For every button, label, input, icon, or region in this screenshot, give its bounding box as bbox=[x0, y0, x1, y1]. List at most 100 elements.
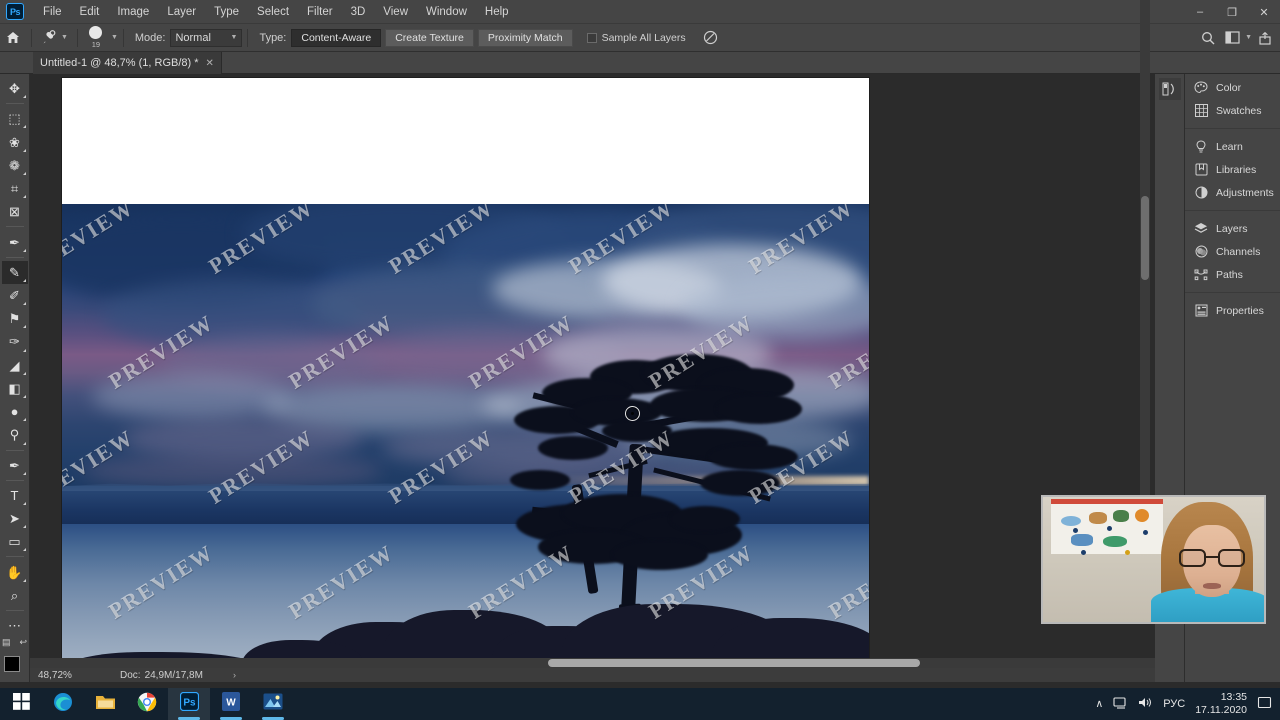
eraser-tool[interactable]: ◢ bbox=[2, 354, 28, 377]
history-brush-tool[interactable]: ✑ bbox=[2, 330, 28, 353]
home-icon[interactable] bbox=[0, 31, 26, 44]
zoom-level[interactable]: 48,72% bbox=[30, 670, 88, 681]
document-tab-title: Untitled-1 @ 48,7% (1, RGB/8) * bbox=[40, 57, 199, 69]
horizontal-scroll-thumb[interactable] bbox=[548, 659, 920, 667]
menu-type[interactable]: Type bbox=[205, 3, 248, 21]
taskbar-photoshop[interactable]: Ps bbox=[168, 688, 210, 720]
minimize-button[interactable]: – bbox=[1184, 0, 1216, 24]
chevron-down-icon[interactable]: ▼ bbox=[1245, 34, 1252, 41]
canvas-area[interactable]: PREVIEW PREVIEW PREVIEW PREVIEW PREVIEW PREVI… bbox=[30, 74, 1155, 668]
menu-image[interactable]: Image bbox=[108, 3, 158, 21]
menu-file[interactable]: File bbox=[34, 3, 71, 21]
menu-3d[interactable]: 3D bbox=[342, 3, 375, 21]
volume-icon[interactable] bbox=[1138, 696, 1153, 712]
document-tab[interactable]: Untitled-1 @ 48,7% (1, RGB/8) * ✕ bbox=[33, 52, 222, 74]
move-tool[interactable]: ✥ bbox=[2, 77, 28, 100]
brush-size-picker[interactable]: 19 bbox=[83, 26, 109, 49]
menu-select[interactable]: Select bbox=[248, 3, 298, 21]
hand-tool[interactable]: ✋ bbox=[2, 560, 28, 583]
taskbar-file-explorer[interactable] bbox=[84, 688, 126, 720]
heal-type-content-aware[interactable]: Content-Aware bbox=[291, 28, 382, 47]
tool-preset-picker[interactable]: ▼ bbox=[37, 29, 72, 46]
menu-filter[interactable]: Filter bbox=[298, 3, 342, 21]
spot-healing-brush-tool[interactable]: ✎ bbox=[1, 260, 28, 284]
panel-divider bbox=[1185, 128, 1280, 129]
menu-view[interactable]: View bbox=[374, 3, 417, 21]
type-tool[interactable]: T bbox=[2, 484, 28, 507]
panel-item-learn[interactable]: Learn bbox=[1185, 135, 1280, 158]
clone-stamp-tool[interactable]: ⚑ bbox=[2, 307, 28, 330]
restore-button[interactable]: ❐ bbox=[1216, 0, 1248, 24]
color-swatches[interactable] bbox=[1, 654, 29, 682]
lasso-tool[interactable]: ❀ bbox=[2, 130, 28, 153]
panel-item-color[interactable]: Color bbox=[1185, 76, 1280, 99]
swap-colors-icon[interactable]: ↩ bbox=[19, 637, 27, 648]
workspace-icon[interactable] bbox=[1221, 27, 1243, 49]
chevron-down-icon[interactable]: ▼ bbox=[61, 34, 68, 41]
gradient-icon: ◧ bbox=[8, 380, 21, 396]
notifications-icon[interactable] bbox=[1257, 696, 1272, 712]
menu-layer[interactable]: Layer bbox=[158, 3, 205, 21]
share-icon[interactable] bbox=[1254, 27, 1276, 49]
crop-tool[interactable]: ⌗ bbox=[2, 177, 28, 200]
gradient-tool[interactable]: ◧ bbox=[2, 377, 28, 400]
menu-window[interactable]: Window bbox=[417, 3, 476, 21]
status-expand-icon[interactable]: › bbox=[233, 670, 236, 680]
rectangle-tool[interactable]: ▭ bbox=[2, 530, 28, 553]
close-icon[interactable]: ✕ bbox=[206, 58, 214, 69]
color-mini-controls: ▤ ↩ bbox=[2, 637, 27, 648]
panel-item-swatches[interactable]: Swatches bbox=[1185, 99, 1280, 122]
network-icon[interactable] bbox=[1113, 696, 1128, 712]
dodge-tool[interactable]: ⚲ bbox=[2, 423, 28, 446]
tree-foliage-clump bbox=[670, 506, 740, 532]
frame-tool[interactable]: ⊠ bbox=[2, 200, 28, 223]
menu-edit[interactable]: Edit bbox=[71, 3, 109, 21]
start-button[interactable] bbox=[0, 688, 42, 720]
panel-item-channels[interactable]: Channels bbox=[1185, 240, 1280, 263]
language-indicator[interactable]: РУС bbox=[1163, 698, 1185, 710]
menu-help[interactable]: Help bbox=[476, 3, 518, 21]
panel-item-paths[interactable]: Paths bbox=[1185, 263, 1280, 286]
flyout-indicator-icon bbox=[22, 348, 26, 352]
taskbar-photos[interactable] bbox=[252, 688, 294, 720]
edit-toolbar-button[interactable]: ⋯ bbox=[2, 614, 28, 637]
object-selection-tool[interactable]: ❁ bbox=[2, 154, 28, 177]
sample-all-layers-checkbox[interactable]: Sample All Layers bbox=[586, 31, 686, 44]
clock[interactable]: 13:35 17.11.2020 bbox=[1195, 691, 1247, 717]
heal-type-proximity-match[interactable]: Proximity Match bbox=[477, 28, 573, 47]
flyout-indicator-icon bbox=[22, 501, 26, 505]
panel-item-layers[interactable]: Layers bbox=[1185, 217, 1280, 240]
default-colors-icon[interactable]: ▤ bbox=[2, 637, 11, 648]
path-selection-tool[interactable]: ➤ bbox=[2, 507, 28, 530]
pen-tool[interactable]: ✒ bbox=[2, 454, 28, 477]
pressure-size-icon[interactable] bbox=[700, 27, 722, 49]
panel-item-adjustments[interactable]: Adjustments bbox=[1185, 181, 1280, 204]
blend-mode-select[interactable]: Normal ▼ bbox=[170, 28, 243, 47]
close-button[interactable]: ✕ bbox=[1248, 0, 1280, 24]
tray-chevron-icon[interactable]: ∧ bbox=[1096, 698, 1104, 710]
eyedropper-tool[interactable]: ✒ bbox=[2, 230, 28, 253]
heal-type-create-texture[interactable]: Create Texture bbox=[385, 28, 474, 47]
taskbar-word[interactable]: W bbox=[210, 688, 252, 720]
clock-time: 13:35 bbox=[1220, 690, 1247, 703]
zoom-tool[interactable]: ⌕ bbox=[2, 584, 28, 607]
brush-tool[interactable]: ✐ bbox=[2, 284, 28, 307]
layers-icon bbox=[1194, 222, 1208, 236]
foreground-color-swatch[interactable] bbox=[3, 656, 20, 673]
tree-foliage-clump bbox=[700, 470, 780, 496]
sample-all-layers-label: Sample All Layers bbox=[601, 31, 686, 44]
rectangular-marquee-icon: ⬚ bbox=[8, 111, 21, 127]
vertical-scroll-thumb[interactable] bbox=[1141, 196, 1149, 280]
canvas-horizontal-scrollbar[interactable] bbox=[30, 658, 1155, 668]
panel-item-libraries[interactable]: Libraries bbox=[1185, 158, 1280, 181]
taskbar-chrome[interactable] bbox=[126, 688, 168, 720]
blur-tool[interactable]: ● bbox=[2, 400, 28, 423]
panel-item-properties[interactable]: Properties bbox=[1185, 299, 1280, 322]
taskbar-edge[interactable] bbox=[42, 688, 84, 720]
document-canvas[interactable]: PREVIEW PREVIEW PREVIEW PREVIEW PREVIEW PREVI… bbox=[62, 78, 869, 666]
path-selection-icon: ➤ bbox=[9, 511, 20, 527]
chevron-down-icon[interactable]: ▼ bbox=[111, 34, 118, 41]
expand-panels-icon[interactable] bbox=[1158, 78, 1181, 100]
rectangular-marquee-tool[interactable]: ⬚ bbox=[2, 107, 28, 130]
search-icon[interactable] bbox=[1197, 27, 1219, 49]
